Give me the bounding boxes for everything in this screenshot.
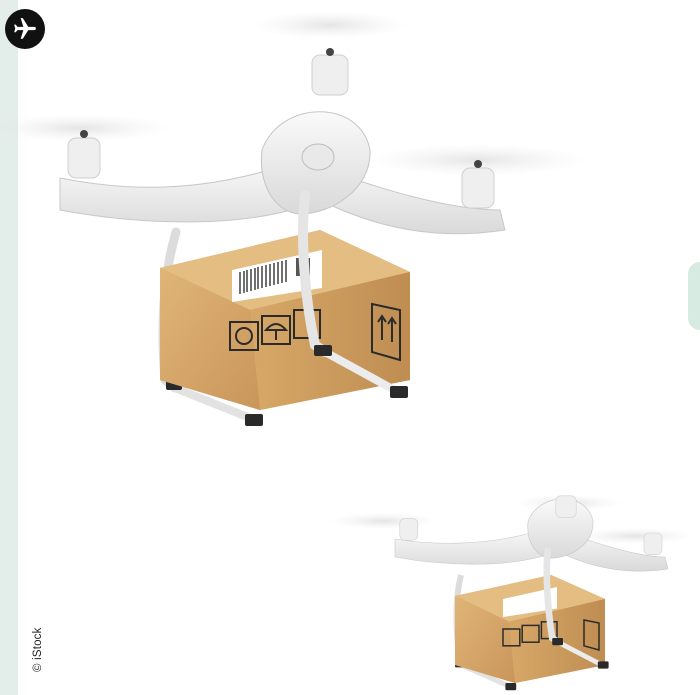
propeller-blur — [252, 11, 408, 39]
small-drone — [329, 494, 695, 691]
drone-illustration — [0, 11, 695, 691]
large-drone — [0, 11, 588, 426]
image-credit: © iStock — [32, 627, 44, 672]
